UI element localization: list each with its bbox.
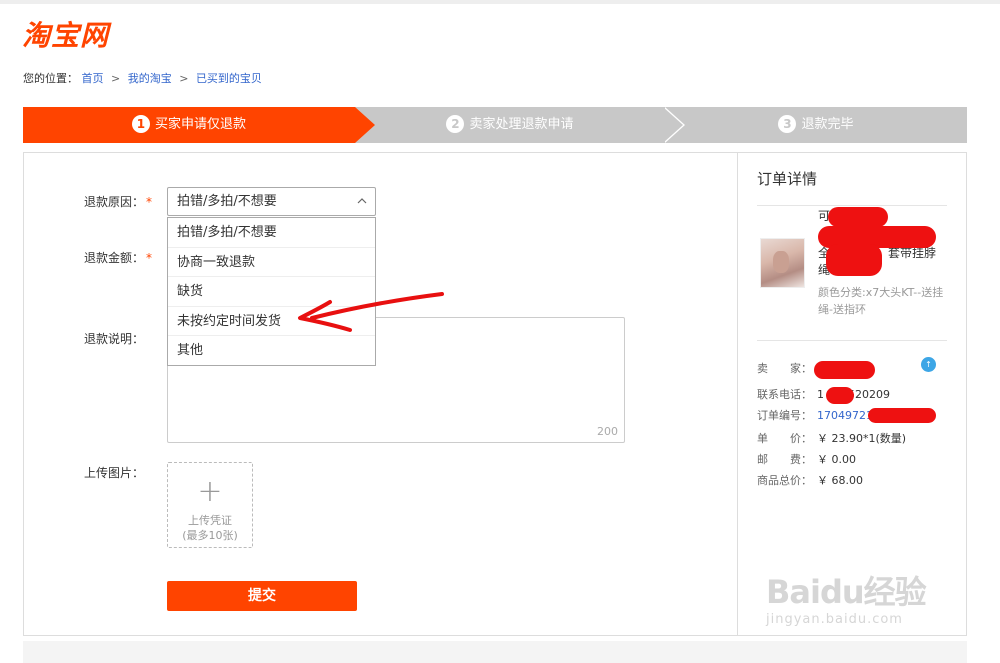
seller-row: 卖 家： bbox=[757, 361, 817, 377]
breadcrumb-separator: > bbox=[111, 72, 121, 85]
description-label: 退款说明： bbox=[84, 332, 145, 346]
shipping-value: ￥ 0.00 bbox=[817, 453, 856, 466]
step-arrow bbox=[355, 107, 375, 143]
reason-select[interactable]: 拍错/多拍/不想要 bbox=[167, 187, 376, 216]
product-name-tail: 套带挂脖 bbox=[888, 246, 937, 260]
step-number-2: 2 bbox=[446, 114, 465, 133]
watermark-sub: jingyan.baidu.com bbox=[766, 612, 903, 627]
breadcrumb: 您的位置： 首页 > 我的淘宝 > 已买到的宝贝 bbox=[23, 71, 262, 87]
watermark-main: Baidu经验 bbox=[766, 573, 927, 611]
redaction-mark bbox=[826, 387, 854, 404]
order-details-title: 订单详情 bbox=[757, 170, 818, 188]
footer-bar bbox=[23, 641, 967, 663]
phone-value-suffix: 520209 bbox=[848, 388, 890, 401]
unit-price-value: ￥ 23.90*1(数量) bbox=[817, 432, 907, 445]
phone-value-prefix: 1 bbox=[817, 388, 824, 401]
selected-reason: 拍错/多拍/不想要 bbox=[177, 194, 277, 209]
shipping-row: 邮 费： ￥ 0.00 bbox=[757, 452, 856, 468]
reason-label-text: 退款原因： bbox=[84, 195, 145, 209]
char-counter: 200 bbox=[597, 425, 618, 438]
step-number-1: 1 bbox=[131, 114, 150, 133]
order-number-link[interactable]: 17049721 bbox=[817, 409, 873, 422]
total-row: 商品总价： ￥ 68.00 bbox=[757, 473, 863, 489]
product-sku: 颜色分类:x7大头KT--送挂绳-送指环 bbox=[818, 286, 944, 316]
shipping-label: 邮 费： bbox=[757, 453, 812, 466]
total-value: ￥ 68.00 bbox=[817, 474, 863, 487]
upload-text: 上传凭证 bbox=[188, 514, 232, 527]
reason-option[interactable]: 拍错/多拍/不想要 bbox=[168, 218, 375, 248]
breadcrumb-prefix: 您的位置： bbox=[23, 72, 78, 85]
required-mark: * bbox=[146, 195, 153, 209]
order-number-row: 订单编号： 17049721 bbox=[757, 408, 873, 424]
divider bbox=[757, 205, 947, 206]
required-mark: * bbox=[146, 251, 153, 265]
redaction-mark bbox=[826, 244, 882, 276]
breadcrumb-purchased-link[interactable]: 已买到的宝贝 bbox=[196, 72, 262, 85]
redaction-mark bbox=[828, 207, 888, 227]
upload-limit-text: (最多10张) bbox=[182, 529, 238, 542]
breadcrumb-separator: > bbox=[179, 72, 189, 85]
amount-label: 退款金额： * bbox=[84, 250, 152, 266]
upload-label: 上传图片： bbox=[84, 466, 145, 480]
redaction-mark bbox=[814, 361, 875, 379]
step-label: 卖家处理退款申请 bbox=[469, 117, 574, 132]
step-buyer-request: 1 买家申请仅退款 bbox=[23, 107, 355, 143]
baidu-watermark: Baidu经验 jingyan.baidu.com bbox=[766, 572, 927, 628]
upload-proof-button[interactable]: + 上传凭证 (最多10张) bbox=[167, 462, 253, 548]
reason-label: 退款原因： * bbox=[84, 194, 152, 210]
amount-label-text: 退款金额： bbox=[84, 251, 145, 265]
step-seller-process: 2 卖家处理退款申请 bbox=[355, 107, 665, 143]
order-number-label: 订单编号： bbox=[757, 409, 812, 422]
breadcrumb-my-taobao-link[interactable]: 我的淘宝 bbox=[128, 72, 172, 85]
divider bbox=[757, 340, 947, 341]
taobao-logo[interactable]: 淘宝网 bbox=[22, 18, 109, 54]
reason-option[interactable]: 协商一致退款 bbox=[168, 248, 375, 277]
phone-label: 联系电话： bbox=[757, 388, 812, 401]
panel-divider bbox=[737, 153, 738, 635]
unit-price-label: 单 价： bbox=[757, 432, 812, 445]
reason-option[interactable]: 其他 bbox=[168, 336, 375, 366]
phone-row: 联系电话： 1 520209 bbox=[757, 387, 890, 403]
step-arrow bbox=[663, 107, 683, 143]
total-label: 商品总价： bbox=[757, 474, 812, 487]
breadcrumb-home-link[interactable]: 首页 bbox=[82, 72, 104, 85]
redaction-mark bbox=[868, 408, 936, 423]
step-label: 买家申请仅退款 bbox=[154, 117, 246, 132]
chat-icon[interactable]: ↑ bbox=[921, 357, 936, 372]
chevron-up-icon bbox=[357, 188, 367, 215]
top-border bbox=[0, 0, 1000, 4]
unit-price-row: 单 价： ￥ 23.90*1(数量) bbox=[757, 431, 906, 447]
step-number-3: 3 bbox=[778, 114, 797, 133]
submit-button[interactable]: 提交 bbox=[167, 581, 357, 611]
product-thumbnail[interactable] bbox=[760, 238, 805, 288]
step-label: 退款完毕 bbox=[801, 117, 854, 132]
plus-icon: + bbox=[197, 474, 223, 509]
red-arrow-annotation bbox=[298, 292, 444, 332]
progress-steps: 1 买家申请仅退款 2 卖家处理退款申请 3 退款完毕 bbox=[23, 107, 967, 143]
step-refund-complete: 3 退款完毕 bbox=[665, 107, 967, 143]
seller-label: 卖 家： bbox=[757, 362, 812, 375]
